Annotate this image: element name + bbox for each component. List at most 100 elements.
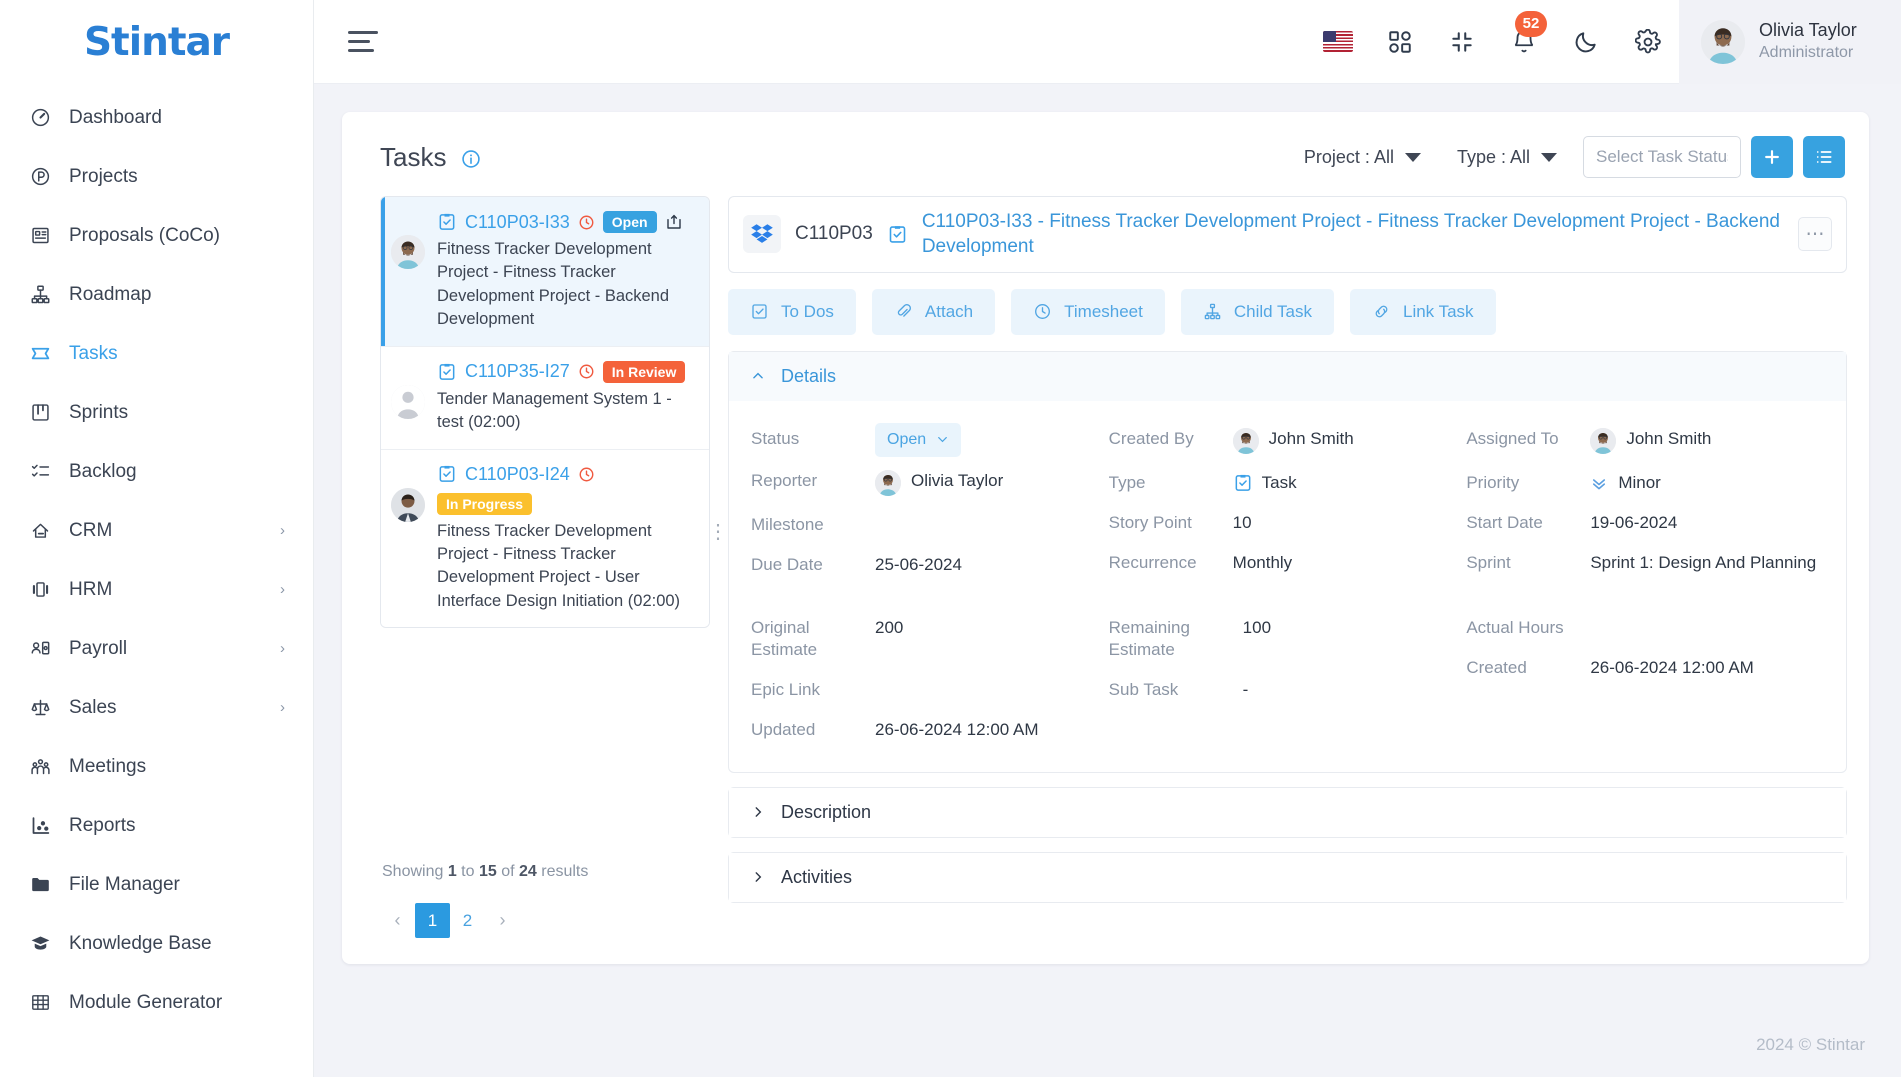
list-view-button[interactable] bbox=[1803, 136, 1845, 178]
detail-field-column: Created By John Smith Type Task Story Point 1… bbox=[1109, 419, 1467, 586]
task-item-meta: C110P35-I27 In Review bbox=[437, 360, 697, 383]
action-tab-link-task[interactable]: Link Task bbox=[1349, 288, 1496, 335]
brand-name: Stintar bbox=[83, 19, 230, 65]
status-dropdown[interactable]: Open bbox=[875, 422, 962, 458]
details-grid-row1: Status Open Reporter Olivia Taylor Milestone… bbox=[729, 401, 1846, 608]
proposal-icon bbox=[29, 224, 52, 247]
task-detail-column: C110P03 C110P03-I33 - Fitness Tracker De… bbox=[710, 196, 1847, 964]
filter-project[interactable]: Project : All bbox=[1286, 147, 1439, 168]
action-tab-attach[interactable]: Attach bbox=[871, 288, 996, 335]
sidebar-item-module-generator[interactable]: Module Generator bbox=[0, 973, 313, 1032]
avatar bbox=[1701, 19, 1745, 64]
field-label: Original Estimate bbox=[751, 617, 818, 659]
person-name: John Smith bbox=[1626, 428, 1712, 448]
pagination-next[interactable]: › bbox=[485, 903, 520, 938]
moon-icon[interactable] bbox=[1555, 0, 1617, 84]
sidebar-item-meetings[interactable]: Meetings bbox=[0, 737, 313, 796]
bell-icon[interactable]: 52 bbox=[1493, 0, 1555, 84]
app-root: Stintar Dashboard Projects Proposals (CoCo… bbox=[0, 0, 1901, 1077]
clock-icon bbox=[578, 214, 595, 231]
profile-name: Olivia Taylor bbox=[1759, 19, 1857, 40]
collapse-screen-icon[interactable] bbox=[1431, 0, 1493, 84]
sidebar-item-sales[interactable]: Sales › bbox=[0, 678, 313, 737]
task-list-item[interactable]: C110P35-I27 In Review Tender Management Sy… bbox=[381, 346, 709, 450]
field-label: Story Point bbox=[1108, 512, 1192, 532]
field-label: Start Date bbox=[1466, 512, 1543, 532]
sidebar-item-payroll[interactable]: Payroll › bbox=[0, 619, 313, 678]
brand-logo[interactable]: Stintar bbox=[0, 0, 313, 84]
hierarchy-icon bbox=[1203, 302, 1222, 321]
task-status-input[interactable] bbox=[1583, 136, 1741, 178]
task-detail-title[interactable]: C110P03-I33 - Fitness Tracker Developmen… bbox=[922, 209, 1784, 260]
chevron-right-icon: › bbox=[280, 581, 285, 598]
sidebar-item-crm[interactable]: CRM › bbox=[0, 501, 313, 560]
sidebar-item-roadmap[interactable]: Roadmap bbox=[0, 265, 313, 324]
chevron-right-icon bbox=[751, 870, 765, 884]
sidebar-item-tasks[interactable]: Tasks bbox=[0, 324, 313, 383]
filter-bar: Project : All Type : All bbox=[1286, 136, 1847, 178]
field-value: - bbox=[1242, 679, 1249, 699]
action-tab-timesheet[interactable]: Timesheet bbox=[1011, 288, 1165, 335]
sidebar-item-dashboard[interactable]: Dashboard bbox=[0, 88, 313, 147]
task-clipboard-icon bbox=[887, 224, 908, 245]
field-value[interactable]: Open bbox=[875, 419, 1109, 462]
field-value: 26-06-2024 12:00 AM bbox=[875, 719, 1039, 739]
field-value: 19-06-2024 bbox=[1590, 512, 1678, 532]
status-badge: In Progress bbox=[437, 492, 533, 515]
notifications-badge: 52 bbox=[1515, 10, 1547, 37]
chevron-down-icon bbox=[1541, 152, 1557, 162]
activities-panel-header[interactable]: Activities bbox=[729, 852, 1846, 902]
task-key[interactable]: C110P03-I24 bbox=[465, 464, 570, 485]
pagination-page[interactable]: 1 bbox=[415, 903, 450, 938]
add-task-button[interactable] bbox=[1751, 136, 1793, 178]
task-key[interactable]: C110P03-I33 bbox=[465, 212, 570, 233]
sidebar-item-file-manager[interactable]: File Manager bbox=[0, 855, 313, 914]
avatar bbox=[1232, 427, 1259, 454]
apps-grid-icon[interactable] bbox=[1369, 0, 1431, 84]
sidebar-item-projects[interactable]: Projects bbox=[0, 147, 313, 206]
task-key[interactable]: C110P35-I27 bbox=[465, 361, 570, 382]
hamburger-icon[interactable] bbox=[348, 29, 382, 55]
action-tab-child-task[interactable]: Child Task bbox=[1180, 288, 1334, 335]
action-tab-to-dos[interactable]: To Dos bbox=[728, 288, 856, 335]
sidebar-item-label: Proposals (CoCo) bbox=[69, 224, 220, 246]
gear-icon[interactable] bbox=[1617, 0, 1679, 84]
paperclip-icon bbox=[894, 302, 913, 321]
filter-type[interactable]: Type : All bbox=[1439, 147, 1575, 168]
list-resize-handle[interactable]: ⋮ bbox=[708, 522, 728, 542]
user-profile-menu[interactable]: Olivia Taylor Administrator bbox=[1679, 0, 1901, 84]
pagination-prev[interactable]: ‹ bbox=[380, 903, 415, 938]
person-name: Olivia Taylor bbox=[911, 471, 1004, 491]
task-list-item[interactable]: C110P03-I33 Open Fitness Tracker Developme… bbox=[381, 197, 709, 347]
detail-field-column: Remaining Estimate 100 Sub Task - bbox=[1109, 608, 1467, 750]
field-label: Assigned To bbox=[1466, 428, 1559, 448]
info-circle-icon[interactable] bbox=[461, 149, 481, 169]
field-label: Created bbox=[1466, 657, 1527, 677]
sidebar-nav: Dashboard Projects Proposals (CoCo) Roadmap… bbox=[0, 84, 313, 1077]
sidebar-item-proposals-coco[interactable]: Proposals (CoCo) bbox=[0, 206, 313, 265]
share-icon[interactable] bbox=[665, 213, 683, 231]
showing-of: of bbox=[496, 863, 519, 880]
sidebar-item-label: File Manager bbox=[69, 873, 180, 895]
sidebar-item-backlog[interactable]: Backlog bbox=[0, 442, 313, 501]
details-grid-row2: Original Estimate 200 Epic Link Updated 26-0… bbox=[729, 608, 1846, 772]
activities-panel: Activities bbox=[728, 851, 1847, 903]
task-item-title: Tender Management System 1 - test (02:00… bbox=[437, 389, 672, 432]
sidebar-item-hrm[interactable]: HRM › bbox=[0, 560, 313, 619]
sidebar-item-reports[interactable]: Reports bbox=[0, 796, 313, 855]
field-label: Recurrence bbox=[1108, 552, 1197, 572]
ellipsis-icon[interactable]: ⋯ bbox=[1798, 217, 1832, 252]
sidebar-item-knowledge-base[interactable]: Knowledge Base bbox=[0, 914, 313, 973]
page-title: Tasks bbox=[380, 142, 481, 173]
task-list-item[interactable]: C110P03-I24 In Progress Fitness Tracker De… bbox=[381, 449, 709, 628]
sidebar-item-label: Projects bbox=[69, 165, 138, 187]
sidebar-item-label: Roadmap bbox=[69, 283, 152, 305]
pagination-page[interactable]: 2 bbox=[450, 903, 485, 938]
sidebar-item-sprints[interactable]: Sprints bbox=[0, 383, 313, 442]
details-panel-header[interactable]: Details bbox=[729, 351, 1846, 401]
task-item-meta: C110P03-I33 Open bbox=[437, 211, 697, 233]
status-badge: Open bbox=[602, 211, 657, 233]
description-panel-header[interactable]: Description bbox=[729, 787, 1846, 837]
us-flag-icon[interactable] bbox=[1307, 0, 1369, 84]
field-value: 10 bbox=[1232, 512, 1252, 532]
